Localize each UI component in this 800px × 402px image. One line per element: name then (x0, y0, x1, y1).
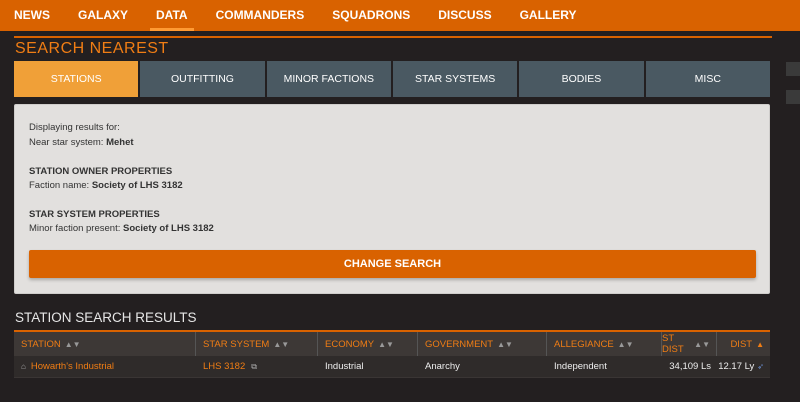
column-label: DIST (730, 338, 753, 350)
allegiance-cell: Independent (554, 361, 607, 372)
column-label: ECONOMY (325, 338, 375, 350)
sort-icon: ▲▼ (497, 339, 513, 349)
dist-cell: 12.17 Ly ➶ (717, 356, 770, 377)
nav-item-data[interactable]: DATA (150, 0, 194, 31)
st-dist-cell: 34,109 Ls (669, 361, 711, 372)
star-system-cell[interactable]: LHS 3182 ⧉ (196, 356, 318, 377)
nav-item-discuss[interactable]: DISCUSS (438, 0, 491, 31)
column-label: ALLEGIANCE (554, 338, 614, 350)
nav-item-galaxy[interactable]: GALAXY (78, 0, 128, 31)
minor-faction-label: Minor faction present: (29, 223, 121, 234)
economy-cell: Industrial (325, 361, 364, 372)
sort-ascending-icon: ▲ (756, 339, 764, 349)
nav-item-gallery[interactable]: GALLERY (520, 0, 577, 31)
government-cell: Anarchy (425, 361, 460, 372)
sort-icon: ▲▼ (617, 339, 634, 349)
table-row: ⌂ Howarth's Industrial LHS 3182 ⧉ Indust… (14, 356, 770, 378)
sort-icon: ▲▼ (64, 339, 81, 349)
column-st-dist[interactable]: ST DIST ▲▼ (662, 332, 717, 356)
tab-minor-factions[interactable]: MINOR FACTIONS (266, 61, 391, 97)
station-name: Howarth's Industrial (30, 361, 114, 372)
nav-item-squadrons[interactable]: SQUADRONS (332, 0, 410, 31)
route-icon[interactable]: ➶ (757, 362, 764, 371)
column-star-system[interactable]: STAR SYSTEM ▲▼ (196, 332, 318, 356)
tab-star-systems[interactable]: STAR SYSTEMS (392, 61, 518, 97)
column-economy[interactable]: ECONOMY ▲▼ (318, 332, 418, 356)
column-label: ST DIST (662, 333, 684, 355)
column-government[interactable]: GOVERNMENT ▲▼ (418, 332, 547, 356)
side-handle (786, 62, 800, 76)
column-station[interactable]: STATION ▲▼ (14, 332, 196, 356)
faction-name-label: Faction name: (29, 180, 90, 191)
column-label: STATION (21, 338, 61, 350)
station-cell[interactable]: ⌂ Howarth's Industrial (14, 356, 196, 377)
near-system-line: Near star system: Mehet (29, 137, 134, 148)
tab-misc[interactable]: MISC (645, 61, 770, 97)
column-allegiance[interactable]: ALLEGIANCE ▲▼ (547, 332, 662, 356)
column-label: STAR SYSTEM (203, 338, 270, 350)
minor-faction-line: Minor faction present: Society of LHS 31… (29, 223, 214, 234)
column-dist[interactable]: DIST ▲ (717, 332, 770, 356)
column-label: GOVERNMENT (425, 338, 494, 350)
tab-outfitting[interactable]: OUTFITTING (140, 61, 265, 97)
results-table: STATION ▲▼ STAR SYSTEM ▲▼ ECONOMY ▲▼ GOVERN… (14, 330, 770, 378)
star-system-name: LHS 3182 (203, 361, 246, 372)
near-system-value: Mehet (106, 137, 134, 148)
near-system-label: Near star system: (29, 137, 104, 148)
owner-properties-heading: STATION OWNER PROPERTIES (29, 166, 173, 177)
copy-icon[interactable]: ⧉ (251, 362, 257, 372)
sort-icon: ▲▼ (273, 339, 290, 349)
table-header: STATION ▲▼ STAR SYSTEM ▲▼ ECONOMY ▲▼ GOVERN… (14, 330, 770, 356)
nav-item-news[interactable]: NEWS (14, 0, 50, 31)
nav-item-commanders[interactable]: COMMANDERS (216, 0, 305, 31)
displaying-label: Displaying results for: (29, 122, 120, 133)
search-criteria-panel: Displaying results for: Near star system… (14, 104, 770, 294)
faction-name-line: Faction name: Society of LHS 3182 (29, 180, 183, 191)
station-icon: ⌂ (21, 362, 26, 371)
sort-icon: ▲▼ (378, 339, 394, 349)
header-divider (14, 36, 772, 38)
dist-value: 12.17 Ly (718, 361, 755, 372)
system-properties-heading: STAR SYSTEM PROPERTIES (29, 209, 160, 220)
faction-name-value: Society of LHS 3182 (91, 180, 183, 191)
change-search-button[interactable]: CHANGE SEARCH (29, 250, 756, 278)
sort-icon: ▲▼ (694, 339, 710, 349)
results-title: STATION SEARCH RESULTS (15, 310, 197, 325)
search-tabs: STATIONS OUTFITTING MINOR FACTIONS STAR … (14, 61, 770, 97)
side-handle (786, 90, 800, 104)
tab-stations[interactable]: STATIONS (14, 61, 139, 97)
top-navigation: NEWS GALAXY DATA COMMANDERS SQUADRONS DI… (0, 0, 800, 31)
minor-faction-value: Society of LHS 3182 (123, 223, 214, 234)
tab-bodies[interactable]: BODIES (519, 61, 644, 97)
page-title: SEARCH NEAREST (15, 40, 169, 57)
